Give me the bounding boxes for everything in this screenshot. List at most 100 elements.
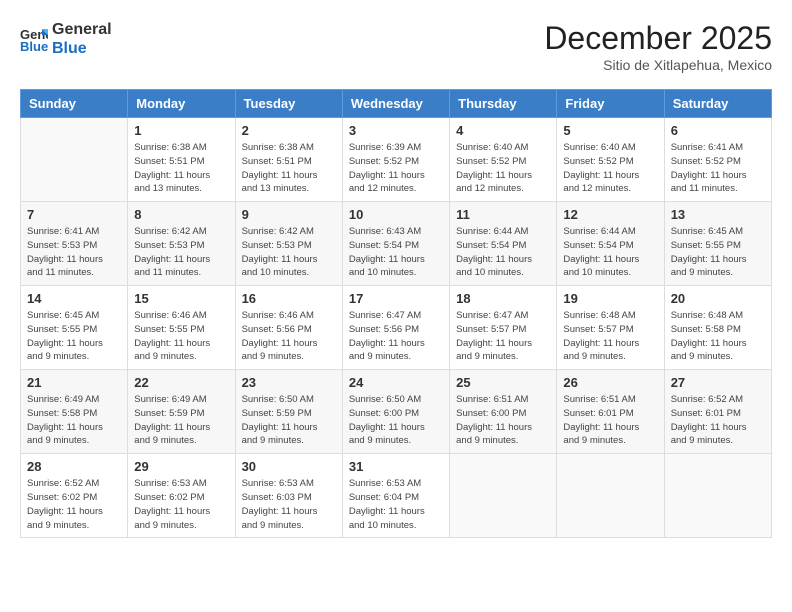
weekday-header-thursday: Thursday <box>450 90 557 118</box>
calendar-cell: 28 Sunrise: 6:52 AM Sunset: 6:02 PM Dayli… <box>21 454 128 538</box>
day-info: Sunrise: 6:50 AM Sunset: 6:00 PM Dayligh… <box>349 393 443 448</box>
day-info: Sunrise: 6:48 AM Sunset: 5:57 PM Dayligh… <box>563 309 657 364</box>
day-number: 20 <box>671 291 765 306</box>
calendar-cell: 24 Sunrise: 6:50 AM Sunset: 6:00 PM Dayli… <box>342 370 449 454</box>
day-info: Sunrise: 6:53 AM Sunset: 6:02 PM Dayligh… <box>134 477 228 532</box>
weekday-header-friday: Friday <box>557 90 664 118</box>
day-number: 4 <box>456 123 550 138</box>
day-info: Sunrise: 6:45 AM Sunset: 5:55 PM Dayligh… <box>671 225 765 280</box>
day-info: Sunrise: 6:50 AM Sunset: 5:59 PM Dayligh… <box>242 393 336 448</box>
calendar-week-1: 1Sunrise: 6:38 AM Sunset: 5:51 PM Daylig… <box>21 118 772 202</box>
calendar-cell: 17 Sunrise: 6:47 AM Sunset: 5:56 PM Dayli… <box>342 286 449 370</box>
day-number: 2 <box>242 123 336 138</box>
calendar-week-3: 14Sunrise: 6:45 AM Sunset: 5:55 PM Dayli… <box>21 286 772 370</box>
calendar-cell: 30 Sunrise: 6:53 AM Sunset: 6:03 PM Dayli… <box>235 454 342 538</box>
day-info: Sunrise: 6:40 AM Sunset: 5:52 PM Dayligh… <box>563 141 657 196</box>
day-info: Sunrise: 6:42 AM Sunset: 5:53 PM Dayligh… <box>134 225 228 280</box>
calendar-cell: 22 Sunrise: 6:49 AM Sunset: 5:59 PM Dayli… <box>128 370 235 454</box>
weekday-header-tuesday: Tuesday <box>235 90 342 118</box>
calendar-cell: 7 Sunrise: 6:41 AM Sunset: 5:53 PM Daylig… <box>21 202 128 286</box>
calendar-week-5: 28 Sunrise: 6:52 AM Sunset: 6:02 PM Dayli… <box>21 454 772 538</box>
logo: General Blue General Blue <box>20 20 112 58</box>
day-info: Sunrise: 6:47 AM Sunset: 5:57 PM Dayligh… <box>456 309 550 364</box>
calendar-week-2: 7 Sunrise: 6:41 AM Sunset: 5:53 PM Daylig… <box>21 202 772 286</box>
day-info: Sunrise: 6:39 AM Sunset: 5:52 PM Dayligh… <box>349 141 443 196</box>
day-info: Sunrise: 6:49 AM Sunset: 5:59 PM Dayligh… <box>134 393 228 448</box>
day-info: Sunrise: 6:51 AM Sunset: 6:01 PM Dayligh… <box>563 393 657 448</box>
day-info: Sunrise: 6:45 AM Sunset: 5:55 PM Dayligh… <box>27 309 121 364</box>
day-number: 9 <box>242 207 336 222</box>
title-block: December 2025 Sitio de Xitlapehua, Mexic… <box>544 20 772 73</box>
calendar-cell: 5 Sunrise: 6:40 AM Sunset: 5:52 PM Daylig… <box>557 118 664 202</box>
day-number: 30 <box>242 459 336 474</box>
weekday-header-row: SundayMondayTuesdayWednesdayThursdayFrid… <box>21 90 772 118</box>
calendar-cell: 1Sunrise: 6:38 AM Sunset: 5:51 PM Daylig… <box>128 118 235 202</box>
page-header: General Blue General Blue December 2025 … <box>20 20 772 73</box>
day-number: 24 <box>349 375 443 390</box>
day-info: Sunrise: 6:41 AM Sunset: 5:53 PM Dayligh… <box>27 225 121 280</box>
weekday-header-saturday: Saturday <box>664 90 771 118</box>
day-number: 21 <box>27 375 121 390</box>
calendar-cell: 11 Sunrise: 6:44 AM Sunset: 5:54 PM Dayli… <box>450 202 557 286</box>
day-number: 15 <box>134 291 228 306</box>
day-number: 5 <box>563 123 657 138</box>
day-number: 16 <box>242 291 336 306</box>
logo-blue: Blue <box>52 39 112 58</box>
day-number: 7 <box>27 207 121 222</box>
day-number: 29 <box>134 459 228 474</box>
day-number: 10 <box>349 207 443 222</box>
day-number: 22 <box>134 375 228 390</box>
day-info: Sunrise: 6:41 AM Sunset: 5:52 PM Dayligh… <box>671 141 765 196</box>
day-number: 13 <box>671 207 765 222</box>
calendar-cell: 12 Sunrise: 6:44 AM Sunset: 5:54 PM Dayli… <box>557 202 664 286</box>
day-info: Sunrise: 6:53 AM Sunset: 6:03 PM Dayligh… <box>242 477 336 532</box>
calendar-cell: 25Sunrise: 6:51 AM Sunset: 6:00 PM Dayli… <box>450 370 557 454</box>
calendar-cell: 26Sunrise: 6:51 AM Sunset: 6:01 PM Dayli… <box>557 370 664 454</box>
weekday-header-sunday: Sunday <box>21 90 128 118</box>
day-number: 12 <box>563 207 657 222</box>
calendar-table: SundayMondayTuesdayWednesdayThursdayFrid… <box>20 89 772 538</box>
day-info: Sunrise: 6:42 AM Sunset: 5:53 PM Dayligh… <box>242 225 336 280</box>
day-number: 25 <box>456 375 550 390</box>
calendar-cell: 8 Sunrise: 6:42 AM Sunset: 5:53 PM Daylig… <box>128 202 235 286</box>
day-info: Sunrise: 6:48 AM Sunset: 5:58 PM Dayligh… <box>671 309 765 364</box>
logo-general: General <box>52 20 112 39</box>
calendar-cell: 29 Sunrise: 6:53 AM Sunset: 6:02 PM Dayli… <box>128 454 235 538</box>
day-number: 11 <box>456 207 550 222</box>
calendar-cell: 9 Sunrise: 6:42 AM Sunset: 5:53 PM Daylig… <box>235 202 342 286</box>
day-number: 18 <box>456 291 550 306</box>
day-number: 28 <box>27 459 121 474</box>
day-number: 8 <box>134 207 228 222</box>
calendar-cell: 27Sunrise: 6:52 AM Sunset: 6:01 PM Dayli… <box>664 370 771 454</box>
day-info: Sunrise: 6:40 AM Sunset: 5:52 PM Dayligh… <box>456 141 550 196</box>
day-info: Sunrise: 6:44 AM Sunset: 5:54 PM Dayligh… <box>456 225 550 280</box>
month-title: December 2025 <box>544 20 772 57</box>
weekday-header-wednesday: Wednesday <box>342 90 449 118</box>
weekday-header-monday: Monday <box>128 90 235 118</box>
day-number: 27 <box>671 375 765 390</box>
day-info: Sunrise: 6:47 AM Sunset: 5:56 PM Dayligh… <box>349 309 443 364</box>
day-number: 6 <box>671 123 765 138</box>
calendar-cell <box>557 454 664 538</box>
location: Sitio de Xitlapehua, Mexico <box>544 57 772 73</box>
calendar-cell: 15Sunrise: 6:46 AM Sunset: 5:55 PM Dayli… <box>128 286 235 370</box>
day-info: Sunrise: 6:38 AM Sunset: 5:51 PM Dayligh… <box>134 141 228 196</box>
calendar-cell: 21Sunrise: 6:49 AM Sunset: 5:58 PM Dayli… <box>21 370 128 454</box>
calendar-cell: 4 Sunrise: 6:40 AM Sunset: 5:52 PM Daylig… <box>450 118 557 202</box>
day-info: Sunrise: 6:38 AM Sunset: 5:51 PM Dayligh… <box>242 141 336 196</box>
calendar-cell: 19Sunrise: 6:48 AM Sunset: 5:57 PM Dayli… <box>557 286 664 370</box>
day-number: 23 <box>242 375 336 390</box>
calendar-cell: 2 Sunrise: 6:38 AM Sunset: 5:51 PM Daylig… <box>235 118 342 202</box>
calendar-cell <box>21 118 128 202</box>
day-info: Sunrise: 6:53 AM Sunset: 6:04 PM Dayligh… <box>349 477 443 532</box>
calendar-cell: 16Sunrise: 6:46 AM Sunset: 5:56 PM Dayli… <box>235 286 342 370</box>
day-info: Sunrise: 6:44 AM Sunset: 5:54 PM Dayligh… <box>563 225 657 280</box>
calendar-cell: 20 Sunrise: 6:48 AM Sunset: 5:58 PM Dayli… <box>664 286 771 370</box>
calendar-cell <box>664 454 771 538</box>
day-number: 31 <box>349 459 443 474</box>
calendar-cell: 31 Sunrise: 6:53 AM Sunset: 6:04 PM Dayli… <box>342 454 449 538</box>
day-number: 17 <box>349 291 443 306</box>
day-info: Sunrise: 6:52 AM Sunset: 6:02 PM Dayligh… <box>27 477 121 532</box>
calendar-cell: 13 Sunrise: 6:45 AM Sunset: 5:55 PM Dayli… <box>664 202 771 286</box>
calendar-cell <box>450 454 557 538</box>
